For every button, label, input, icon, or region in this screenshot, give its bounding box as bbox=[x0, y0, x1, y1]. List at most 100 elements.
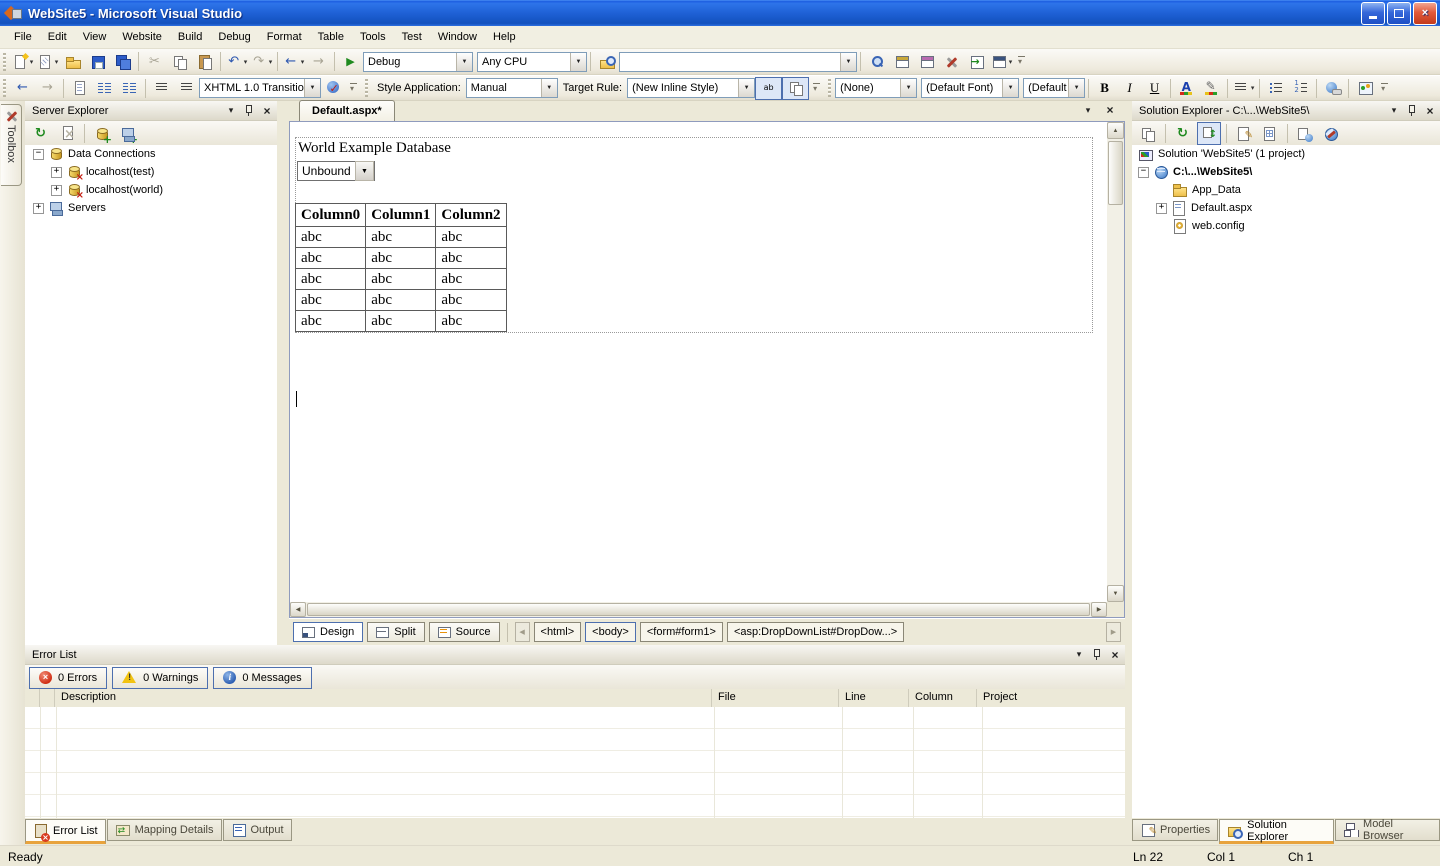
toolbox-autohide-tab[interactable]: Toolbox bbox=[1, 104, 22, 186]
undo-button[interactable]: ↶▾ bbox=[224, 51, 249, 73]
open-file-button[interactable] bbox=[60, 51, 85, 73]
close-button[interactable]: × bbox=[1413, 2, 1437, 25]
menu-help[interactable]: Help bbox=[485, 27, 524, 47]
tree-item-app-data[interactable]: App_Data bbox=[1132, 181, 1440, 199]
menu-view[interactable]: View bbox=[75, 27, 115, 47]
error-list-body[interactable] bbox=[25, 707, 1125, 818]
combo-dropdown-button[interactable] bbox=[1068, 79, 1084, 97]
window-position-menu-icon[interactable]: ▾ bbox=[1387, 104, 1401, 118]
combo-dropdown-button[interactable] bbox=[304, 79, 320, 97]
horizontal-scroll-thumb[interactable] bbox=[307, 603, 1090, 616]
nav-forward-button-2[interactable]: → bbox=[35, 77, 60, 99]
minimize-button[interactable] bbox=[1361, 2, 1385, 25]
target-rule-combo[interactable]: (New Inline Style) bbox=[627, 78, 755, 98]
menu-tools[interactable]: Tools bbox=[352, 27, 394, 47]
combo-dropdown-button[interactable] bbox=[456, 53, 472, 71]
toolbar-options-chevron[interactable] bbox=[811, 79, 823, 98]
menu-file[interactable]: File bbox=[6, 27, 40, 47]
tree-item-website-project[interactable]: − C:\...\WebSite5\ bbox=[1132, 163, 1440, 181]
font-name-combo[interactable]: (Default Font) bbox=[921, 78, 1019, 98]
tag-nav-left-button[interactable]: ◀ bbox=[515, 622, 530, 642]
toolbar-options-chevron[interactable] bbox=[1379, 79, 1391, 98]
toolbar-grip[interactable] bbox=[828, 79, 831, 97]
comment-button[interactable] bbox=[149, 77, 174, 99]
foreground-color-button[interactable] bbox=[1174, 77, 1199, 99]
style-overlay-button[interactable] bbox=[782, 77, 809, 100]
tab-mapping-details[interactable]: Mapping Details bbox=[107, 819, 222, 841]
refresh-button[interactable] bbox=[1171, 122, 1195, 145]
tab-model-browser[interactable]: Model Browser bbox=[1335, 819, 1440, 841]
command-window-button[interactable]: ▾ bbox=[989, 51, 1014, 73]
column-line-header[interactable]: Line bbox=[839, 689, 909, 707]
add-new-item-button[interactable]: ▾ bbox=[35, 51, 60, 73]
scroll-right-button[interactable]: ▶ bbox=[1091, 602, 1107, 617]
connect-to-server-button[interactable]: + bbox=[116, 122, 140, 145]
font-size-combo[interactable]: (Default bbox=[1023, 78, 1085, 98]
window-position-menu-icon[interactable]: ▾ bbox=[1072, 648, 1086, 662]
toolbar-grip[interactable] bbox=[3, 53, 6, 71]
combo-dropdown-button[interactable] bbox=[738, 79, 754, 97]
toolbox-button[interactable] bbox=[939, 51, 964, 73]
view-designer-button[interactable] bbox=[1258, 122, 1282, 145]
expand-icon[interactable]: + bbox=[33, 203, 44, 214]
window-position-menu-icon[interactable]: ▾ bbox=[224, 104, 238, 118]
navigate-backward-button[interactable]: ←▾ bbox=[281, 51, 306, 73]
errors-filter-button[interactable]: ×0 Errors bbox=[29, 667, 107, 689]
tree-item-default-aspx[interactable]: + Default.aspx bbox=[1132, 199, 1440, 217]
tab-error-list[interactable]: Error List bbox=[25, 819, 106, 844]
toolbar-grip[interactable] bbox=[365, 79, 368, 97]
gridview-control[interactable]: Column0 Column1 Column2 abcabcabc abcabc… bbox=[295, 203, 507, 332]
column-description-header[interactable]: Description bbox=[55, 689, 712, 707]
collapse-icon[interactable]: − bbox=[1138, 167, 1149, 178]
expand-icon[interactable]: + bbox=[51, 167, 62, 178]
connect-to-database-button[interactable]: + bbox=[90, 122, 114, 145]
tree-item-localhost-test[interactable]: + × localhost(test) bbox=[25, 163, 277, 181]
tree-item-solution[interactable]: Solution 'WebSite5' (1 project) bbox=[1132, 145, 1440, 163]
cut-button[interactable]: ✂ bbox=[142, 51, 167, 73]
active-files-menu-icon[interactable]: ▾ bbox=[1081, 103, 1095, 117]
design-view-button[interactable]: Design bbox=[293, 622, 363, 642]
highlight-color-button[interactable] bbox=[1199, 77, 1224, 99]
split-view-button[interactable]: Split bbox=[367, 622, 424, 642]
close-icon[interactable]: × bbox=[1108, 648, 1122, 662]
pin-icon[interactable] bbox=[1090, 648, 1104, 662]
numbered-list-button[interactable] bbox=[1288, 77, 1313, 99]
expand-icon[interactable]: + bbox=[1156, 203, 1167, 214]
menu-test[interactable]: Test bbox=[394, 27, 430, 47]
tab-properties[interactable]: Properties bbox=[1132, 819, 1218, 841]
check-page-validation-button[interactable] bbox=[321, 77, 346, 99]
bold-button[interactable]: B bbox=[1092, 77, 1117, 99]
column-column-header[interactable]: Column bbox=[909, 689, 977, 707]
toolbar-options-chevron[interactable] bbox=[348, 79, 360, 98]
navigate-forward-button[interactable]: → bbox=[306, 51, 331, 73]
decrease-indent-button[interactable] bbox=[92, 77, 117, 99]
menu-edit[interactable]: Edit bbox=[40, 27, 75, 47]
doctype-combo[interactable]: XHTML 1.0 Transitional ( bbox=[199, 78, 321, 98]
new-website-button[interactable]: ▾ bbox=[10, 51, 35, 73]
design-editor[interactable]: World Example Database Unbound Column0 C… bbox=[289, 121, 1125, 618]
style-application-combo[interactable]: Manual bbox=[466, 78, 558, 98]
column-file-header[interactable]: File bbox=[712, 689, 839, 707]
combo-dropdown-button[interactable] bbox=[1002, 79, 1018, 97]
insert-image-button[interactable] bbox=[1352, 77, 1377, 99]
combo-dropdown-button[interactable] bbox=[900, 79, 916, 97]
combo-dropdown-button[interactable] bbox=[840, 53, 856, 71]
menu-build[interactable]: Build bbox=[170, 27, 210, 47]
expand-icon[interactable]: + bbox=[51, 185, 62, 196]
tag-html[interactable]: <html> bbox=[534, 622, 582, 642]
solution-explorer-button[interactable] bbox=[864, 51, 889, 73]
menu-debug[interactable]: Debug bbox=[210, 27, 258, 47]
tag-body[interactable]: <body> bbox=[585, 622, 636, 642]
increase-indent-button[interactable] bbox=[117, 77, 142, 99]
view-code-button[interactable] bbox=[1232, 122, 1256, 145]
tag-nav-right-button[interactable]: ▶ bbox=[1106, 622, 1121, 642]
tab-default-aspx[interactable]: Default.aspx* bbox=[299, 100, 395, 121]
tab-output[interactable]: Output bbox=[223, 819, 292, 841]
uncomment-button[interactable] bbox=[174, 77, 199, 99]
restore-button[interactable] bbox=[1387, 2, 1411, 25]
horizontal-scrollbar[interactable]: ◀ ▶ bbox=[290, 602, 1107, 617]
solution-platform-combo[interactable]: Any CPU bbox=[477, 52, 587, 72]
tree-item-data-connections[interactable]: − Data Connections bbox=[25, 145, 277, 163]
combo-dropdown-button[interactable] bbox=[541, 79, 557, 97]
menu-website[interactable]: Website bbox=[114, 27, 170, 47]
